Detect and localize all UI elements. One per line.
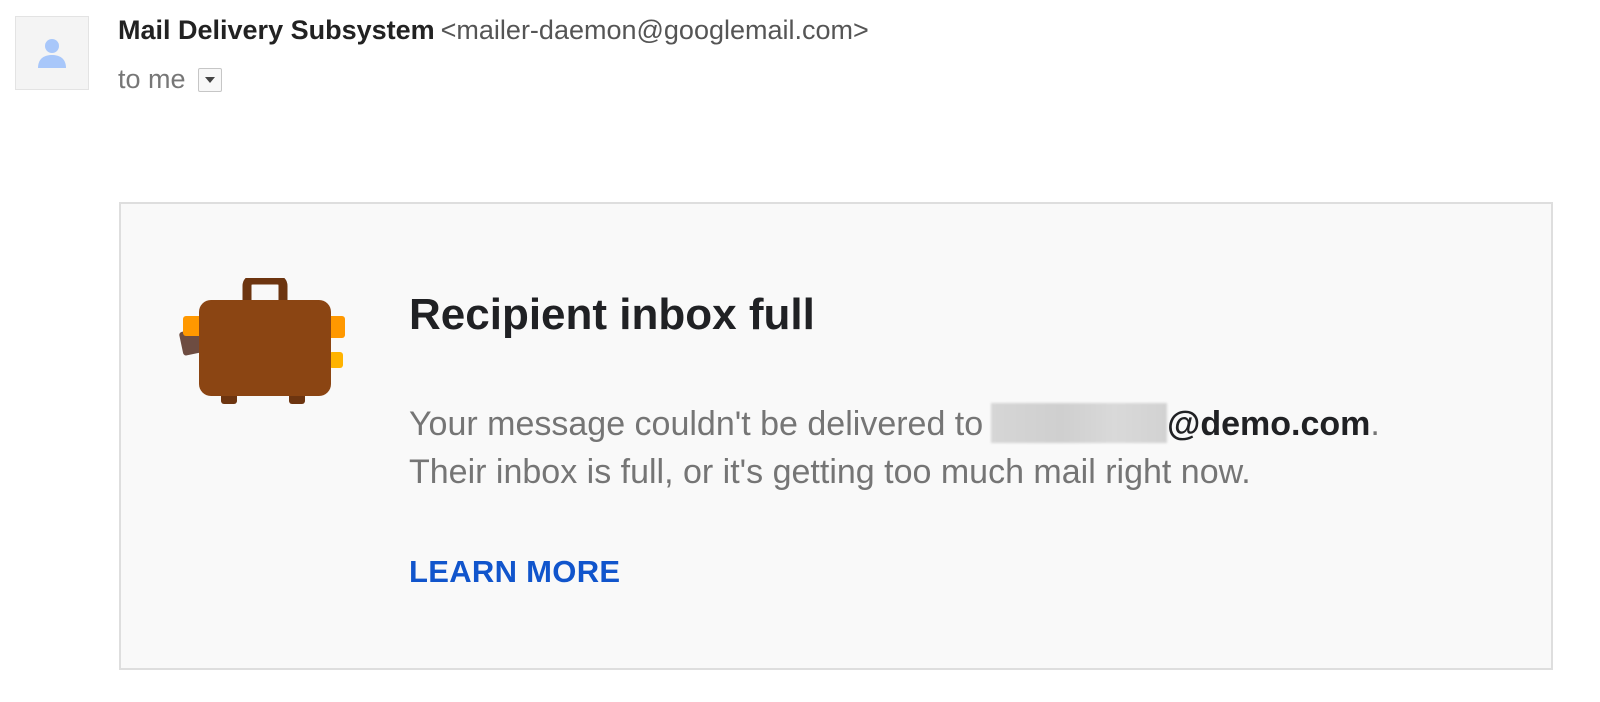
dropdown-arrow-icon	[204, 76, 215, 83]
sender-line: Mail Delivery Subsystem <mailer-daemon@go…	[118, 15, 869, 46]
card-body-line-2: Their inbox is full, or it's getting too…	[409, 453, 1251, 491]
sender-email: <mailer-daemon@googlemail.com>	[440, 15, 869, 45]
redacted-address	[991, 403, 1168, 443]
recipient-domain: @demo.com	[1167, 405, 1371, 443]
card-body: Your message couldn't be delivered to @de…	[409, 400, 1380, 496]
sender-name[interactable]: Mail Delivery Subsystem	[118, 15, 435, 45]
card-body-line-1: Your message couldn't be delivered to @de…	[409, 400, 1380, 448]
body-prefix: Your message couldn't be delivered to	[409, 405, 984, 443]
sender-avatar[interactable]	[15, 16, 89, 90]
card-title: Recipient inbox full	[409, 290, 815, 339]
recipient-label: to me	[118, 64, 186, 94]
learn-more-link[interactable]: LEARN MORE	[409, 554, 620, 590]
suitcase-icon	[179, 278, 345, 404]
bounce-notice-card: Recipient inbox full Your message couldn…	[119, 202, 1553, 670]
show-details-button[interactable]	[197, 67, 222, 92]
body-suffix: .	[1370, 405, 1380, 443]
person-icon	[38, 39, 66, 68]
recipient-line: to me	[118, 64, 222, 95]
